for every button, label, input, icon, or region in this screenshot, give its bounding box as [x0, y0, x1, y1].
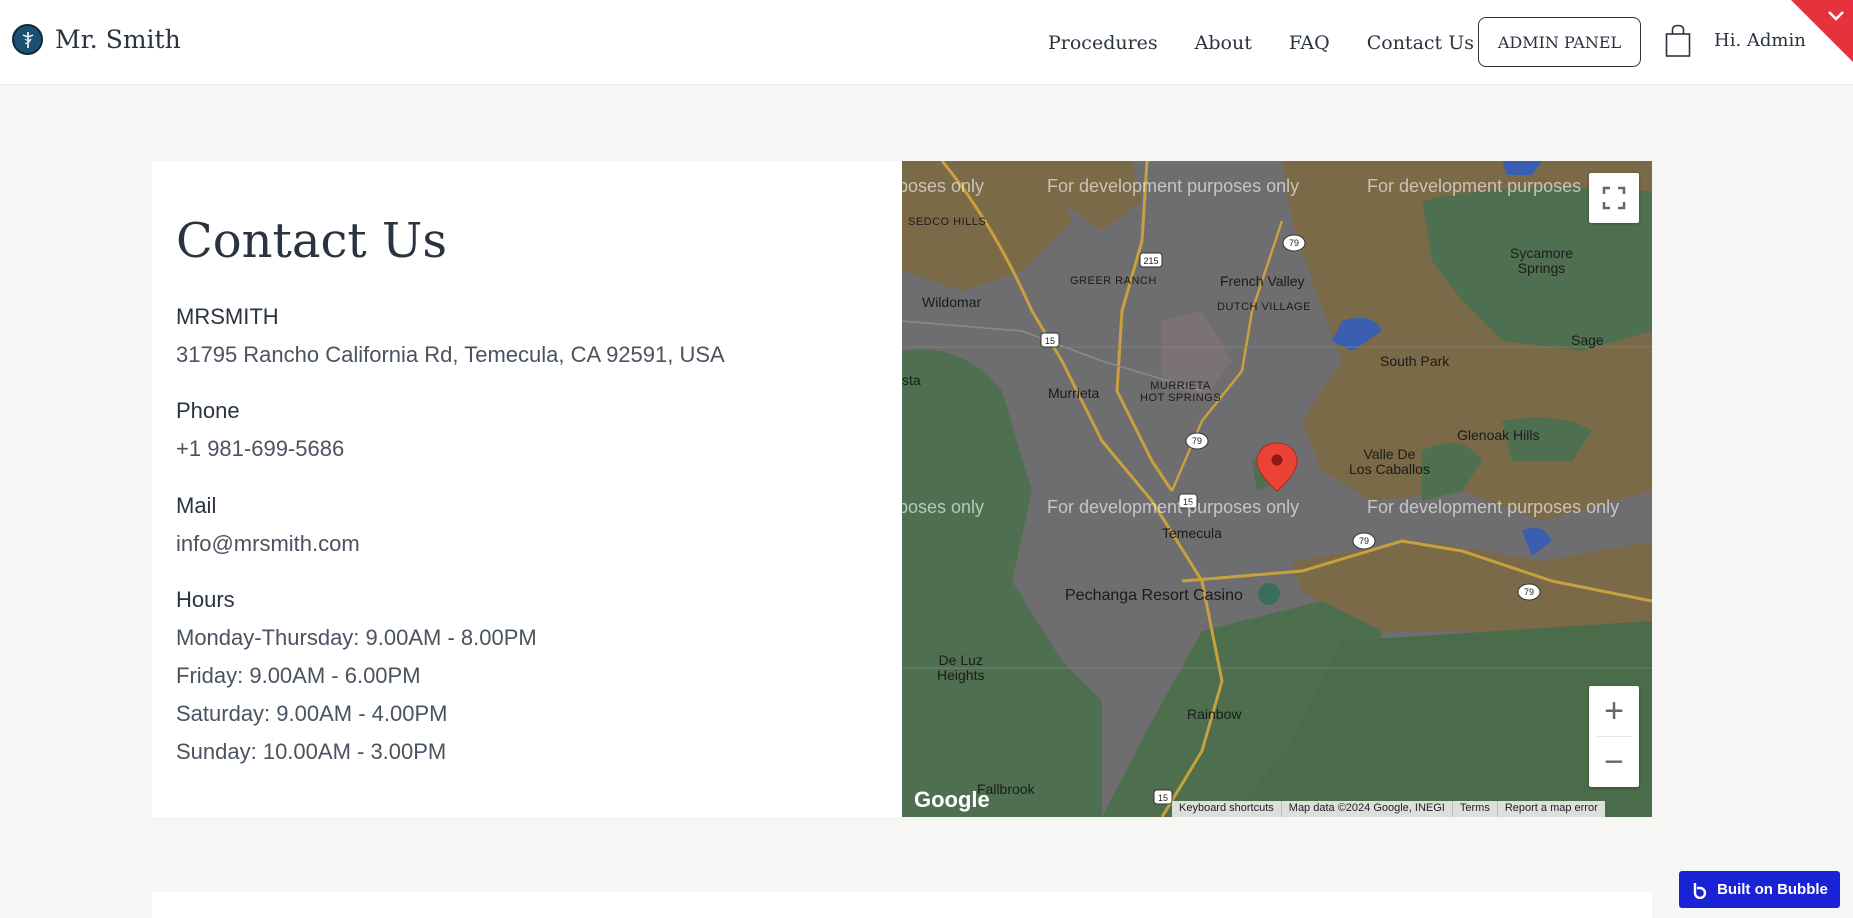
- dev-watermark: For development purposes: [1367, 176, 1582, 196]
- map-place-label: GREER RANCH: [1070, 275, 1157, 287]
- dev-watermark: For development purposes only: [1367, 497, 1620, 517]
- map-data-text: Map data ©2024 Google, INEGI: [1282, 801, 1453, 817]
- hours-row: Sunday: 10.00AM - 3.00PM: [176, 739, 447, 764]
- contact-card: Contact Us MRSMITH 31795 Rancho Californ…: [152, 161, 1652, 817]
- dev-watermark: poses only: [902, 176, 985, 196]
- caduceus-logo-icon: [12, 24, 43, 55]
- highway-shield: 215: [1143, 256, 1158, 266]
- phone-value[interactable]: +1 981-699-5686: [176, 436, 344, 462]
- zoom-in-button[interactable]: +: [1589, 686, 1639, 736]
- shopping-bag-icon[interactable]: [1665, 24, 1691, 62]
- map-place-label: Rainbow: [1187, 706, 1242, 722]
- highway-shield: 15: [1158, 793, 1168, 803]
- dev-watermark: For development purposes only: [1047, 176, 1300, 196]
- highway-shield: 79: [1359, 536, 1369, 546]
- map-place-label: Murrieta: [1048, 385, 1100, 401]
- nav-about[interactable]: About: [1195, 32, 1252, 54]
- brand-name: Mr. Smith: [55, 25, 181, 54]
- hours-row: Monday-Thursday: 9.00AM - 8.00PM: [176, 625, 537, 650]
- map-place-label: Glenoak Hills: [1457, 427, 1540, 443]
- map-place-label: De Luz Heights: [937, 652, 985, 683]
- nav-contact-us[interactable]: Contact Us: [1367, 32, 1474, 54]
- map-place-label: sta: [902, 372, 921, 388]
- email-value[interactable]: info@mrsmith.com: [176, 531, 360, 557]
- hours-label: Hours: [176, 587, 235, 612]
- mail-label: Mail: [176, 493, 217, 518]
- nav-faq[interactable]: FAQ: [1289, 32, 1330, 54]
- map-place-label: SEDCO HILLS: [908, 216, 987, 228]
- highway-shield: 79: [1524, 587, 1534, 597]
- map-place-label: South Park: [1380, 353, 1450, 369]
- keyboard-shortcuts-link[interactable]: Keyboard shortcuts: [1172, 801, 1282, 817]
- nav-procedures[interactable]: Procedures: [1048, 32, 1158, 54]
- map-place-label: DUTCH VILLAGE: [1217, 301, 1311, 313]
- highway-shield: 79: [1289, 238, 1299, 248]
- highway-shield: 15: [1045, 336, 1055, 346]
- zoom-controls: + −: [1589, 686, 1639, 787]
- dev-watermark: For development purposes only: [1047, 497, 1300, 517]
- main-nav: Procedures About FAQ Contact Us: [1048, 0, 1511, 85]
- contact-info: Contact Us MRSMITH 31795 Rancho Californ…: [152, 161, 902, 817]
- hours-row: Saturday: 9.00AM - 4.00PM: [176, 701, 448, 726]
- phone-label: Phone: [176, 398, 240, 423]
- map-place-label: Wildomar: [922, 294, 982, 310]
- highway-shield: 79: [1192, 436, 1202, 446]
- map-place-label: French Valley: [1220, 273, 1305, 289]
- bubble-logo-icon: [1693, 882, 1707, 899]
- report-map-error-link[interactable]: Report a map error: [1498, 801, 1605, 817]
- map-place-label: MURRIETA HOT SPRINGS: [1140, 380, 1222, 404]
- admin-panel-button[interactable]: ADMIN PANEL: [1478, 17, 1641, 67]
- address-value: 31795 Rancho California Rd, Temecula, CA…: [176, 342, 725, 367]
- map-place-label: Valle De Los Caballos: [1349, 446, 1430, 477]
- page-title: Contact Us: [176, 213, 447, 269]
- site-header: Mr. Smith Procedures About FAQ Contact U…: [0, 0, 1853, 85]
- zoom-out-button[interactable]: −: [1589, 737, 1639, 787]
- fullscreen-icon: [1602, 186, 1626, 210]
- map-place-label: Sycamore Springs: [1510, 245, 1574, 276]
- hours-row: Friday: 9.00AM - 6.00PM: [176, 663, 421, 688]
- terms-link[interactable]: Terms: [1453, 801, 1498, 817]
- google-map[interactable]: 215 79 15 79 15 79 79 15 poses only For …: [902, 161, 1652, 817]
- dev-watermark: poses only: [902, 497, 985, 517]
- map-place-label: Temecula: [1162, 525, 1222, 541]
- map-attribution: Keyboard shortcuts Map data ©2024 Google…: [1172, 801, 1605, 817]
- brand[interactable]: Mr. Smith: [12, 24, 181, 55]
- bubble-badge-label: Built on Bubble: [1717, 881, 1828, 898]
- corner-ribbon-toggle[interactable]: [1791, 0, 1853, 62]
- map-place-label: Sage: [1571, 332, 1604, 348]
- company-label: MRSMITH: [176, 304, 279, 329]
- fullscreen-button[interactable]: [1589, 173, 1639, 223]
- map-place-label: Pechanga Resort Casino: [1065, 587, 1243, 604]
- next-section-card: [152, 892, 1652, 918]
- google-logo[interactable]: Google: [914, 787, 990, 813]
- built-on-bubble-badge[interactable]: Built on Bubble: [1679, 871, 1840, 908]
